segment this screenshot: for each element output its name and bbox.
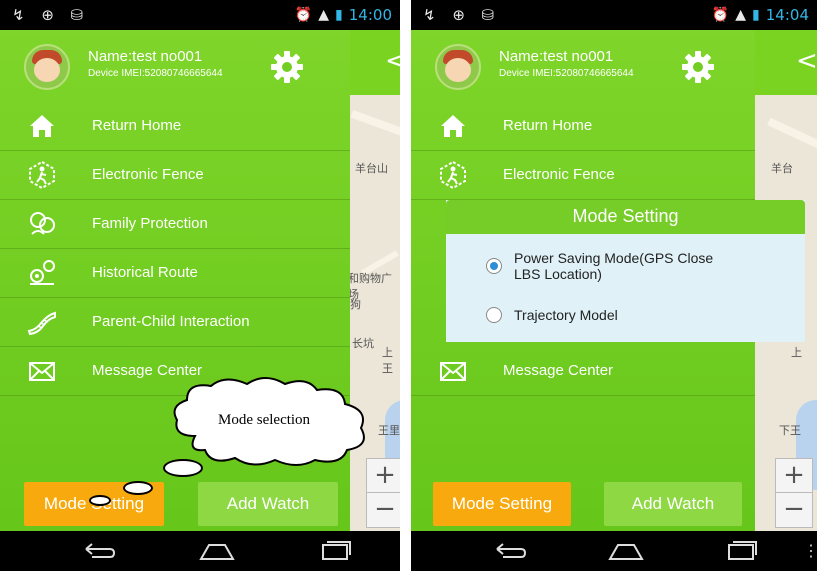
wifi-signal-icon: ▲ — [318, 7, 330, 23]
profile-header: Name:test no001 Device IMEI:520807466656… — [0, 30, 350, 102]
notification-icons: ↯ ⊕ ⛁ — [12, 6, 90, 24]
menu-label: Historical Route — [92, 264, 198, 281]
mail-icon — [440, 362, 466, 381]
recents-nav-icon[interactable] — [315, 539, 355, 563]
map-label: 狗 — [350, 298, 361, 311]
alarm-icon: ⏰ — [294, 7, 313, 23]
family-icon — [30, 212, 55, 235]
avatar — [24, 44, 70, 90]
home-icon — [441, 115, 465, 137]
fence-icon — [440, 160, 466, 190]
dialog-header: Mode Setting — [446, 200, 805, 234]
map-label: 下王 — [779, 424, 801, 437]
status-indicators: ⏰ ▲ ▮ 14:04 — [712, 6, 809, 24]
map-label: 长坑 — [352, 337, 374, 350]
trajectory-label[interactable]: Trajectory Model — [514, 307, 618, 323]
gear-icon[interactable] — [270, 50, 304, 84]
menu-label: Parent-Child Interaction — [92, 313, 250, 330]
map-label: 王里 — [378, 424, 400, 437]
mail-icon — [29, 362, 55, 381]
back-chevron-icon[interactable]: < — [385, 46, 400, 76]
mode-setting-button[interactable]: Mode Setting — [433, 482, 571, 526]
dialog-title: Mode Setting — [572, 206, 679, 226]
route-icon — [30, 260, 55, 285]
battery-icon: ▮ — [335, 7, 343, 23]
add-watch-button[interactable]: Add Watch — [198, 482, 338, 526]
profile-name: Name:test no001 — [88, 48, 203, 65]
map-label: 上王 — [382, 346, 393, 375]
profile-header: Name:test no001 Device IMEI:520807466656… — [411, 30, 755, 102]
notification-icons: ↯ ⊕ ⛁ — [423, 6, 501, 24]
callout-text: Mode selection — [218, 412, 311, 428]
menu-label: Return Home — [92, 117, 182, 134]
power-saving-label-line2[interactable]: LBS Location) — [514, 266, 602, 282]
map-label: 上 — [791, 346, 802, 359]
battery-icon: ▮ — [752, 7, 760, 23]
callout-bubble — [89, 495, 111, 506]
system-nav-bar: ⋮ — [411, 531, 817, 571]
add-watch-button[interactable]: Add Watch — [604, 482, 742, 526]
back-nav-icon[interactable] — [80, 539, 120, 563]
power-saving-label-line1[interactable]: Power Saving Mode(GPS Close — [514, 250, 713, 266]
menu-item-parent-child-interaction[interactable]: Parent-Child Interaction — [0, 298, 350, 347]
callout-bubble — [163, 459, 203, 477]
status-bar: ↯ ⊕ ⛁ ⏰ ▲ ▮ 14:04 — [411, 0, 817, 30]
overflow-menu-icon[interactable]: ⋮ — [803, 541, 817, 561]
clock: 14:00 — [348, 6, 392, 24]
menu-label: Return Home — [503, 117, 593, 134]
menu-label: Electronic Fence — [92, 166, 204, 183]
zoom-out-button[interactable]: − — [775, 492, 813, 528]
menu-item-electronic-fence[interactable]: Electronic Fence — [411, 151, 755, 200]
mode-setting-dialog: Mode Setting Power Saving Mode(GPS Close… — [446, 200, 805, 342]
overflow-menu-icon[interactable]: ⋮ — [397, 541, 400, 561]
menu-item-electronic-fence[interactable]: Electronic Fence — [0, 151, 350, 200]
power-saving-radio[interactable] — [486, 258, 502, 274]
fence-icon — [29, 160, 55, 190]
back-nav-icon[interactable] — [491, 539, 531, 563]
phone-screen-left: ↯ ⊕ ⛁ ⏰ ▲ ▮ 14:00 羊台山 和购物广场 狗 长坑 上王 王里 <… — [0, 0, 400, 571]
device-imei: Device IMEI:52080746665644 — [88, 68, 223, 79]
zoom-in-button[interactable]: + — [775, 458, 813, 494]
menu-label: Electronic Fence — [503, 166, 615, 183]
device-imei: Device IMEI:52080746665644 — [499, 68, 634, 79]
status-bar: ↯ ⊕ ⛁ ⏰ ▲ ▮ 14:00 — [0, 0, 400, 30]
gear-icon[interactable] — [681, 50, 715, 84]
menu-item-return-home[interactable]: Return Home — [411, 102, 755, 151]
menu-item-message-center[interactable]: Message Center — [411, 347, 755, 396]
menu-item-historical-route[interactable]: Historical Route — [0, 249, 350, 298]
map-label: 羊台山 — [355, 162, 388, 175]
profile-name: Name:test no001 — [499, 48, 614, 65]
callout-bubble — [123, 481, 153, 495]
home-nav-icon[interactable] — [606, 539, 646, 563]
trajectory-radio[interactable] — [486, 307, 502, 323]
wifi-signal-icon: ▲ — [735, 7, 747, 23]
recents-nav-icon[interactable] — [721, 539, 761, 563]
map-label: 羊台 — [771, 162, 793, 175]
status-indicators: ⏰ ▲ ▮ 14:00 — [295, 6, 392, 24]
system-nav-bar: ⋮ — [0, 531, 400, 571]
menu-label: Family Protection — [92, 215, 208, 232]
home-icon — [30, 115, 54, 137]
avatar — [435, 44, 481, 90]
interaction-icon — [27, 311, 56, 336]
home-nav-icon[interactable] — [197, 539, 237, 563]
zoom-out-button[interactable]: − — [366, 492, 400, 528]
menu-item-return-home[interactable]: Return Home — [0, 102, 350, 151]
clock: 14:04 — [765, 6, 809, 24]
menu-item-family-protection[interactable]: Family Protection — [0, 200, 350, 249]
menu-label: Message Center — [503, 362, 614, 379]
alarm-icon: ⏰ — [711, 7, 730, 23]
back-chevron-icon[interactable]: < — [796, 46, 817, 76]
